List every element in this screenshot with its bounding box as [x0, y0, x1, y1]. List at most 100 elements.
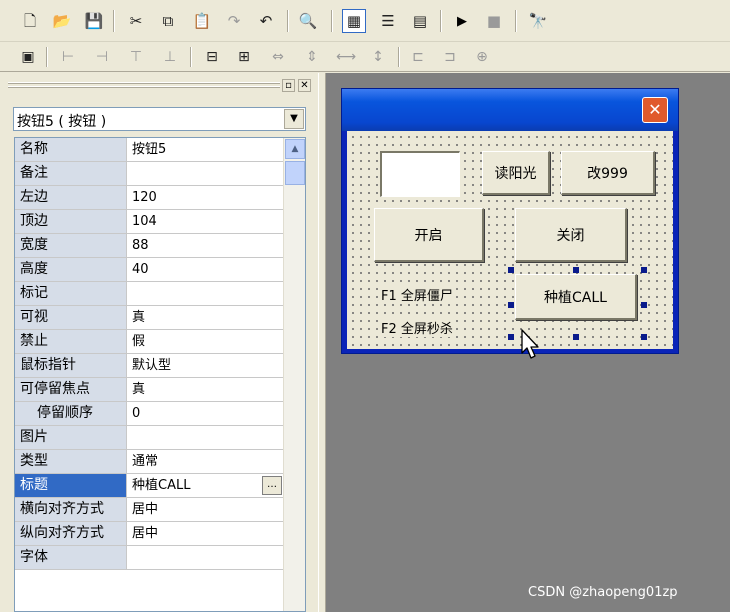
- property-value[interactable]: [128, 282, 283, 305]
- center-v-icon[interactable]: ⊞: [232, 45, 256, 69]
- new-icon[interactable]: 🗋: [18, 9, 42, 33]
- property-row[interactable]: 字体: [15, 546, 283, 570]
- selection-handle[interactable]: [508, 334, 514, 340]
- debug-icon[interactable]: 🔭: [526, 9, 550, 33]
- property-value[interactable]: 0: [128, 402, 283, 425]
- property-row[interactable]: 停留顺序 0: [15, 402, 283, 426]
- property-value[interactable]: [128, 426, 283, 449]
- property-value[interactable]: 居中: [128, 522, 283, 545]
- layout-a-icon[interactable]: ▦: [342, 9, 366, 33]
- property-value[interactable]: 居中: [128, 498, 283, 521]
- property-value[interactable]: 假: [128, 330, 283, 353]
- property-name: 可视: [15, 306, 127, 329]
- align-bottom-icon[interactable]: ⊥: [158, 45, 182, 69]
- property-value[interactable]: 真: [128, 306, 283, 329]
- property-row[interactable]: 鼠标指针 默认型: [15, 354, 283, 378]
- close-icon[interactable]: ✕: [642, 97, 668, 123]
- center-both-icon[interactable]: ⊕: [470, 45, 494, 69]
- find-icon[interactable]: 🔍: [296, 9, 320, 33]
- property-value[interactable]: [128, 162, 283, 185]
- property-row[interactable]: 备注: [15, 162, 283, 186]
- property-value[interactable]: 40: [128, 258, 283, 281]
- start-button[interactable]: 开启: [374, 208, 484, 262]
- property-name: 停留顺序: [15, 402, 127, 425]
- form-window[interactable]: ✕ 读阳光 改999 开启 关闭 F1 全屏僵尸 F2 全屏秒杀 种植CALL: [341, 88, 679, 354]
- property-value[interactable]: 104: [128, 210, 283, 233]
- run-icon[interactable]: ▶: [450, 9, 474, 33]
- layout-b-icon[interactable]: ☰: [376, 9, 400, 33]
- property-value[interactable]: [128, 546, 283, 569]
- fit-width-icon[interactable]: ⊏: [406, 45, 430, 69]
- selection-handle[interactable]: [573, 267, 579, 273]
- selection-handle[interactable]: [508, 302, 514, 308]
- space-h-icon[interactable]: ⟷: [334, 45, 358, 69]
- selection-handle[interactable]: [573, 334, 579, 340]
- object-selector[interactable]: 按钮5 ( 按钮 ) ▼: [13, 107, 306, 131]
- property-row[interactable]: 类型 通常: [15, 450, 283, 474]
- paste-icon[interactable]: 📋: [190, 9, 214, 33]
- property-value[interactable]: 按钮5: [128, 138, 283, 161]
- property-row[interactable]: 宽度 88: [15, 234, 283, 258]
- align-right-icon[interactable]: ⊣: [90, 45, 114, 69]
- property-value[interactable]: 真: [128, 378, 283, 401]
- open-icon[interactable]: 📂: [50, 9, 74, 33]
- property-row-selected[interactable]: 标题 种植CALL …: [15, 474, 283, 498]
- property-row[interactable]: 高度 40: [15, 258, 283, 282]
- property-name: 类型: [15, 450, 127, 473]
- redo-icon[interactable]: ↷: [222, 9, 246, 33]
- property-scrollbar[interactable]: ▲: [283, 138, 305, 611]
- mouse-cursor-icon: [521, 329, 539, 359]
- form-icon[interactable]: ▣: [16, 45, 40, 69]
- panel-close-icon[interactable]: ✕: [298, 79, 311, 92]
- selection-handle[interactable]: [641, 302, 647, 308]
- undo-icon[interactable]: ↶: [254, 9, 278, 33]
- property-row[interactable]: 左边 120: [15, 186, 283, 210]
- property-value[interactable]: 通常: [128, 450, 283, 473]
- panel-restore-icon[interactable]: ▫: [282, 79, 295, 92]
- selection-handle[interactable]: [641, 334, 647, 340]
- property-value[interactable]: 88: [128, 234, 283, 257]
- property-row[interactable]: 可视 真: [15, 306, 283, 330]
- align-left-icon[interactable]: ⊢: [56, 45, 80, 69]
- panel-grip[interactable]: [8, 86, 280, 88]
- property-value[interactable]: 种植CALL: [128, 474, 283, 497]
- selection-handle[interactable]: [508, 267, 514, 273]
- form-titlebar[interactable]: ✕: [342, 89, 678, 131]
- set-999-button[interactable]: 改999: [561, 151, 655, 195]
- property-row[interactable]: 禁止 假: [15, 330, 283, 354]
- cut-icon[interactable]: ✂: [124, 9, 148, 33]
- align-top-icon[interactable]: ⊤: [124, 45, 148, 69]
- property-row[interactable]: 横向对齐方式 居中: [15, 498, 283, 522]
- property-row[interactable]: 顶边 104: [15, 210, 283, 234]
- same-width-icon[interactable]: ⇔: [266, 45, 290, 69]
- scroll-up-icon[interactable]: ▲: [285, 139, 305, 159]
- layout-c-icon[interactable]: ▤: [408, 9, 432, 33]
- chevron-down-icon[interactable]: ▼: [284, 109, 304, 129]
- property-row[interactable]: 标记: [15, 282, 283, 306]
- same-height-icon[interactable]: ⇕: [300, 45, 324, 69]
- copy-icon[interactable]: ⧉: [156, 9, 180, 33]
- splitter[interactable]: [318, 73, 326, 612]
- scroll-thumb[interactable]: [285, 161, 305, 185]
- plant-call-button[interactable]: 种植CALL: [515, 274, 637, 320]
- save-icon[interactable]: 💾: [82, 9, 106, 33]
- property-row[interactable]: 纵向对齐方式 居中: [15, 522, 283, 546]
- close-button[interactable]: 关闭: [515, 208, 627, 262]
- stop-icon[interactable]: ■: [482, 9, 506, 33]
- form-client-area[interactable]: 读阳光 改999 开启 关闭 F1 全屏僵尸 F2 全屏秒杀 种植CALL: [347, 131, 673, 349]
- property-row[interactable]: 图片: [15, 426, 283, 450]
- property-name: 备注: [15, 162, 127, 185]
- property-row[interactable]: 可停留焦点 真: [15, 378, 283, 402]
- panel-titlebar[interactable]: ▫ ✕: [0, 73, 318, 99]
- text-input[interactable]: [380, 151, 460, 197]
- fit-height-icon[interactable]: ⊐: [438, 45, 462, 69]
- property-value[interactable]: 默认型: [128, 354, 283, 377]
- center-h-icon[interactable]: ⊟: [200, 45, 224, 69]
- read-sun-button[interactable]: 读阳光: [482, 151, 550, 195]
- property-value[interactable]: 120: [128, 186, 283, 209]
- ellipsis-button[interactable]: …: [262, 476, 282, 495]
- panel-grip[interactable]: [8, 82, 280, 84]
- property-row[interactable]: 名称 按钮5: [15, 138, 283, 162]
- selection-handle[interactable]: [641, 267, 647, 273]
- space-v-icon[interactable]: ↕: [366, 45, 390, 69]
